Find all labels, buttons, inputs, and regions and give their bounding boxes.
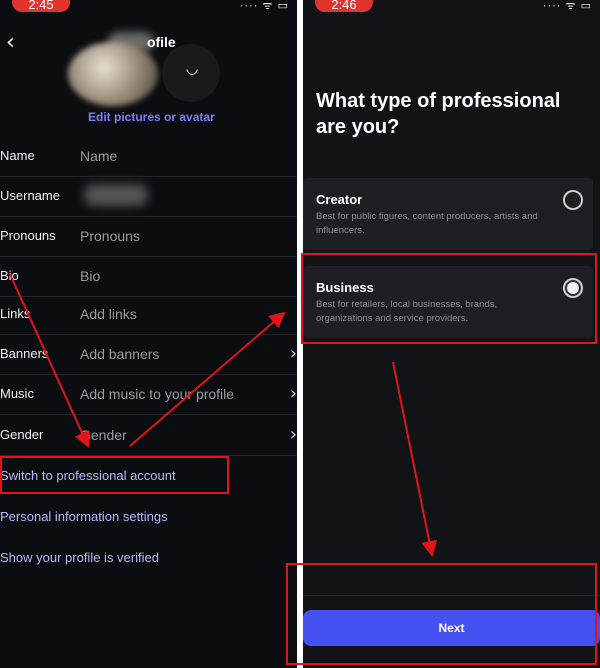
arrow-switch-to-business — [129, 311, 286, 447]
annotation-arrows — [9, 273, 438, 557]
arrow-bio-to-switch — [9, 273, 90, 448]
arrow-business-to-next — [392, 361, 438, 557]
